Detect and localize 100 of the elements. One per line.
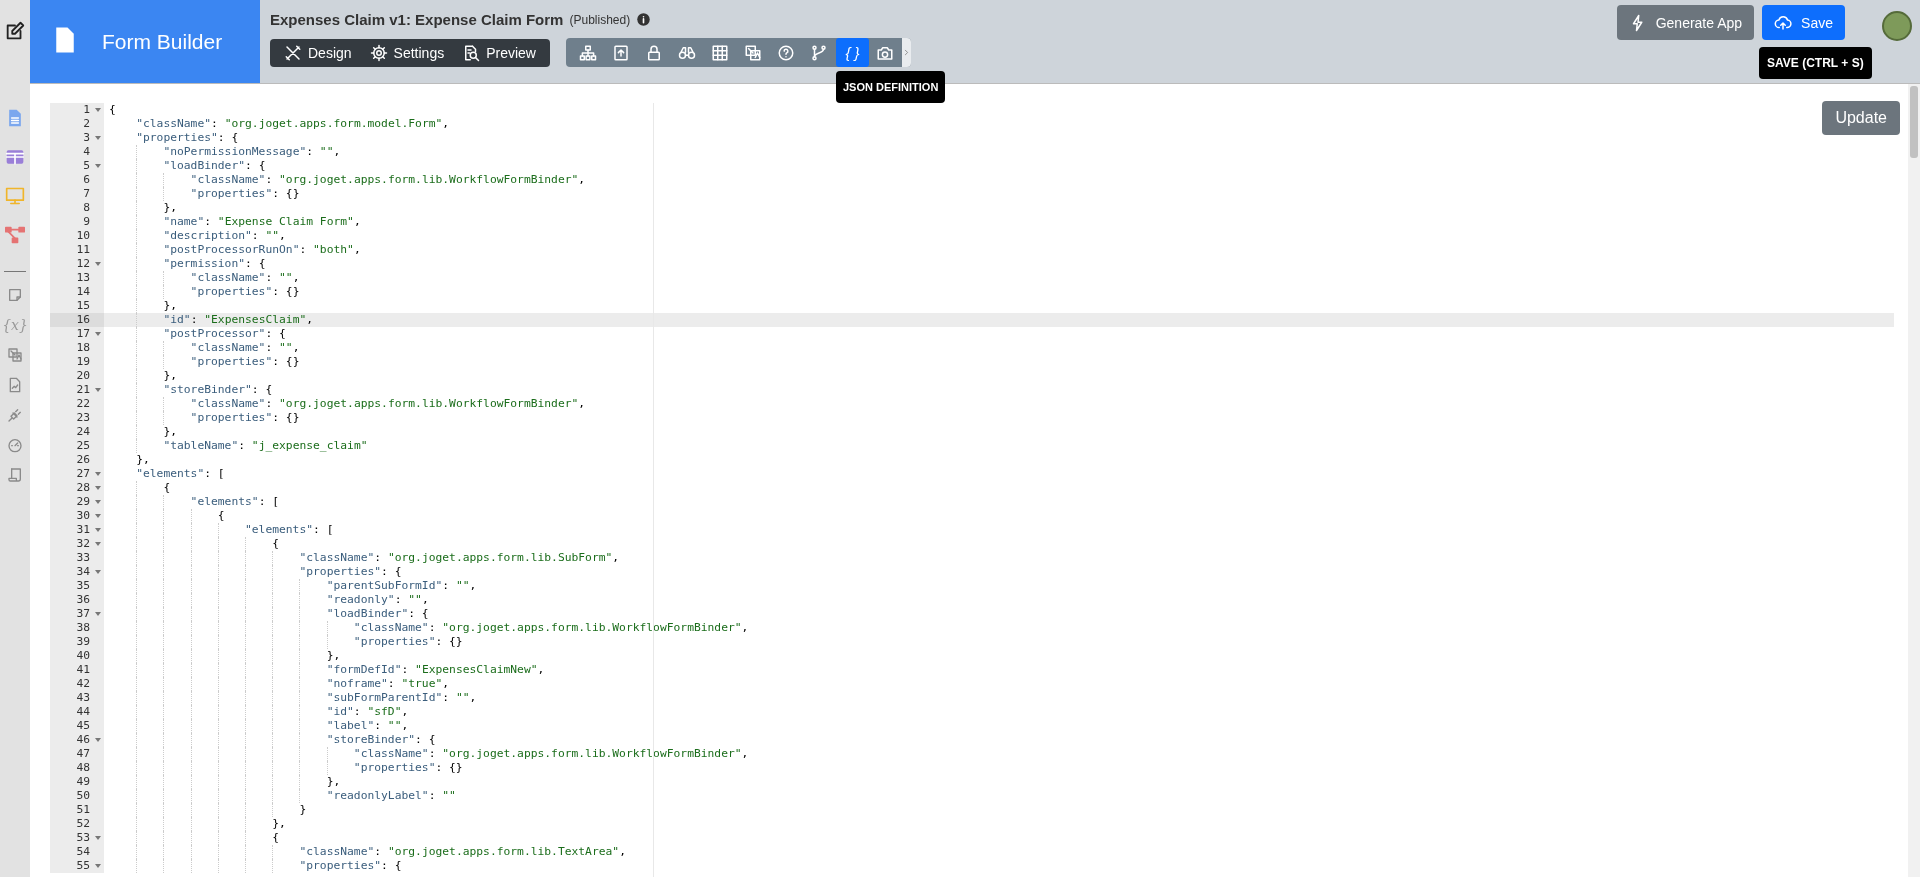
line-number: 18: [76, 341, 90, 354]
line-number: 36: [76, 593, 90, 606]
code-line: "postProcessor": {: [109, 327, 286, 340]
code-line: }: [109, 803, 307, 816]
line-number: 5: [83, 159, 90, 172]
line-number: 52: [76, 817, 90, 830]
line-number: 27: [76, 467, 90, 480]
line-number: 32: [76, 537, 90, 550]
line-number: 24: [76, 425, 90, 438]
monitor-icon: [5, 185, 25, 206]
code-line: "className": "org.joget.apps.form.lib.WorkflowFormBinder",: [109, 621, 749, 634]
code-line: "tableName": "j_expense_claim": [109, 439, 368, 452]
scroll-icon: [7, 467, 23, 483]
fold-arrow-icon[interactable]: [95, 542, 101, 546]
line-number: 42: [76, 677, 90, 690]
fold-arrow-icon[interactable]: [95, 486, 101, 490]
update-button[interactable]: Update: [1822, 101, 1900, 135]
fold-arrow-icon[interactable]: [95, 136, 101, 140]
code-line: "postProcessorRunOn": "both",: [109, 243, 361, 256]
table-icon: [711, 43, 730, 62]
code-line: "properties": {}: [109, 285, 300, 298]
fold-arrow-icon[interactable]: [95, 528, 101, 532]
mode-button[interactable]: Design: [276, 40, 360, 65]
line-number: 28: [76, 481, 90, 494]
code-line: },: [109, 425, 177, 438]
line-number: 16: [76, 313, 90, 326]
line-number: 10: [76, 229, 90, 242]
line-number: 15: [76, 299, 90, 312]
line-number: 50: [76, 789, 90, 802]
line-number: 29: [76, 495, 90, 508]
code-line: "id": "ExpensesClaim",: [109, 313, 314, 326]
info-icon: [636, 12, 652, 27]
line-number: 7: [83, 187, 90, 200]
line-number: 4: [83, 145, 90, 158]
code-line: "elements": [: [109, 523, 334, 536]
fold-arrow-icon[interactable]: [95, 612, 101, 616]
line-number: 30: [76, 509, 90, 522]
fold-arrow-icon[interactable]: [95, 738, 101, 742]
fold-arrow-icon[interactable]: [95, 332, 101, 336]
code-line: "label": "",: [109, 719, 409, 732]
line-number: 34: [76, 565, 90, 578]
line-number: 53: [76, 831, 90, 844]
line-number: 54: [76, 845, 90, 858]
translate-icon: [7, 347, 23, 363]
line-number: 35: [76, 579, 90, 592]
line-number: 26: [76, 453, 90, 466]
code-line: "readonly": "",: [109, 593, 429, 606]
line-number: 40: [76, 649, 90, 662]
line-number: 39: [76, 635, 90, 648]
fold-arrow-icon[interactable]: [95, 864, 101, 868]
line-number: 11: [76, 243, 90, 256]
code-line: "storeBinder": {: [109, 733, 436, 746]
branch-icon: [810, 43, 829, 62]
line-number: 44: [76, 705, 90, 718]
fold-arrow-icon[interactable]: [95, 262, 101, 266]
code-line: "name": "Expense Claim Form",: [109, 215, 361, 228]
code-line: },: [109, 201, 177, 214]
fold-arrow-icon[interactable]: [95, 472, 101, 476]
scrollbar[interactable]: [1908, 84, 1920, 877]
code-line: "noPermissionMessage": "",: [109, 145, 341, 158]
fold-arrow-icon[interactable]: [95, 108, 101, 112]
line-number: 46: [76, 733, 90, 746]
line-number: 20: [76, 369, 90, 382]
code-line: {: [109, 103, 116, 116]
line-number: 9: [83, 215, 90, 228]
generate-button[interactable]: Generate App: [1616, 5, 1755, 40]
line-number: 37: [76, 607, 90, 620]
fold-arrow-icon[interactable]: [95, 164, 101, 168]
line-number: 17: [76, 327, 90, 340]
line-number: 23: [76, 411, 90, 424]
gear-icon: [369, 43, 388, 62]
line-number: 49: [76, 775, 90, 788]
line-number: 55: [76, 859, 90, 872]
code-line: "className": "org.joget.apps.form.lib.TextArea",: [109, 845, 626, 858]
line-number: 13: [76, 271, 90, 284]
code-line: "properties": {}: [109, 761, 463, 774]
line-number: 6: [83, 173, 90, 186]
code-line: "permission": {: [109, 257, 266, 270]
plug-icon: [7, 407, 23, 423]
line-number: 25: [76, 439, 90, 452]
note-icon: [7, 287, 23, 303]
line-number: 12: [76, 257, 90, 270]
cloud-upload-icon: [1774, 13, 1793, 32]
status-label: (Published): [569, 12, 631, 27]
fold-arrow-icon[interactable]: [95, 570, 101, 574]
line-number: 22: [76, 397, 90, 410]
code-line: {: [109, 509, 225, 522]
code-line: "properties": {}: [109, 187, 300, 200]
document-chart-icon: [7, 377, 23, 393]
mode-button[interactable]: Settings: [361, 40, 453, 65]
fold-arrow-icon[interactable]: [95, 388, 101, 392]
fold-arrow-icon[interactable]: [95, 514, 101, 518]
code-line: "elements": [: [109, 495, 280, 508]
line-number: 1: [83, 103, 90, 116]
line-number: 3: [83, 131, 90, 144]
fold-arrow-icon[interactable]: [95, 500, 101, 504]
mode-button[interactable]: Preview: [454, 40, 544, 65]
fold-arrow-icon[interactable]: [95, 836, 101, 840]
code-line: "subFormParentId": "",: [109, 691, 477, 704]
avatar[interactable]: [1882, 11, 1912, 41]
